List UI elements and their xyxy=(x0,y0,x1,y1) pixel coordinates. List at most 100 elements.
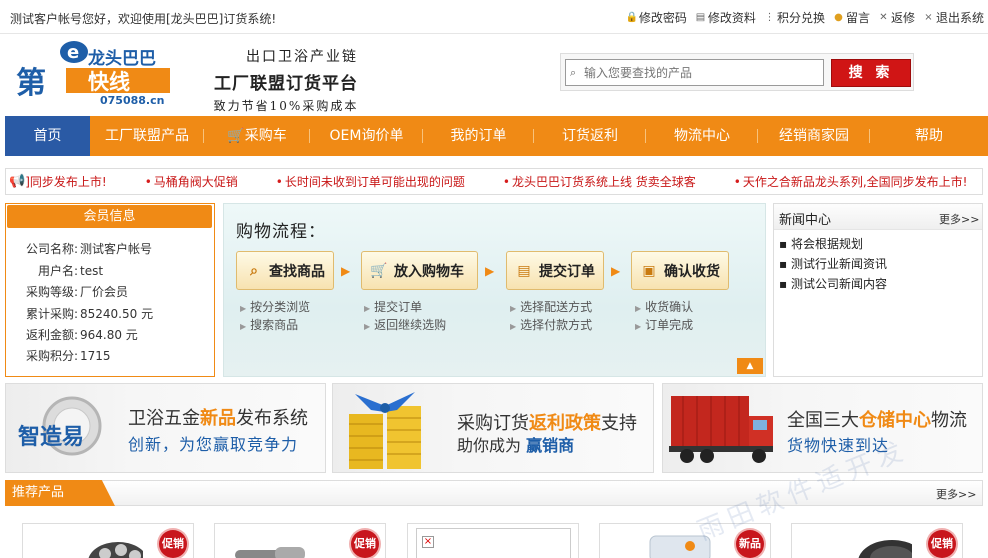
change-password-link[interactable]: 🔒 修改密码 xyxy=(626,9,687,26)
banner-rebate-policy[interactable]: 采购订货返利政策支持 助你成为 赢销商 xyxy=(332,383,654,473)
nav-label: 采购车 xyxy=(244,128,287,144)
logo-graphic: e 第 龙头巴巴 快线 075088.cn xyxy=(16,41,170,107)
recommend-title: 推荐产品 xyxy=(5,480,115,506)
welcome-text: 测试客户帐号您好，欢迎使用[龙头巴巴]订货系统! xyxy=(10,12,277,26)
lock-icon: 🔒 xyxy=(625,12,639,23)
flow-sub-item[interactable]: ▶ 选择付款方式 xyxy=(510,316,592,333)
step-confirm-receipt[interactable]: ▣ 确认收货 xyxy=(631,251,729,290)
member-info-title: 会员信息 xyxy=(7,205,212,228)
page-root: 测试客户帐号您好，欢迎使用[龙头巴巴]订货系统! 🔒 修改密码 ▤ 修改资料 ⋮ 积分… xyxy=(0,0,988,558)
promo-badge: 促销 xyxy=(351,530,379,558)
step-submit-order[interactable]: ▤ 提交订单 xyxy=(506,251,604,290)
product-card[interactable]: 促销 xyxy=(791,523,963,558)
slogan-line3: 致力节省10%采购成本 xyxy=(213,99,359,113)
nav-cart[interactable]: 🛒采购车 xyxy=(204,116,310,156)
edit-profile-link[interactable]: ▤ 修改资料 xyxy=(695,9,756,26)
shaver-image xyxy=(858,540,912,558)
flow-sub-item[interactable]: ▶ 提交订单 xyxy=(364,298,422,315)
product-card[interactable]: 新品 xyxy=(599,523,771,558)
broken-image-placeholder xyxy=(416,528,571,558)
banner1-title: 卫浴五金新品发布系统 xyxy=(128,408,308,429)
scroll-up-button[interactable]: ▲ xyxy=(737,358,763,374)
triangle-icon: ▶ xyxy=(240,304,247,313)
nav-logistics[interactable]: 物流中心 xyxy=(646,116,758,156)
recommend-more-link[interactable]: 更多>> xyxy=(936,486,976,502)
ticker-item[interactable]: • 长时间未收到订单可能出现的问题 xyxy=(276,173,465,190)
triangle-icon: ▶ xyxy=(635,322,642,331)
logout-link[interactable]: × 退出系统 xyxy=(923,9,984,26)
logo-domain: 075088.cn xyxy=(100,94,164,106)
message-link[interactable]: ● 留言 xyxy=(833,9,870,26)
slogan: 出口卫浴产业链 工厂联盟订货平台 致力节省10%采购成本 xyxy=(206,46,366,113)
promo-badge: 促销 xyxy=(928,530,956,558)
nav-dealer-home[interactable]: 经销商家园 xyxy=(758,116,870,156)
product-card[interactable]: × xyxy=(407,523,579,558)
news-item[interactable]: ▪ 测试公司新闻内容 xyxy=(779,275,887,292)
member-row: 用户名: test xyxy=(37,264,104,278)
logo-prefix: 第 xyxy=(16,66,46,101)
nav-oem-inquiry[interactable]: OEM询价单 xyxy=(310,116,423,156)
flow-sub-item[interactable]: ▶ 收货确认 xyxy=(635,298,693,315)
step-find-product[interactable]: ⌕ 查找商品 xyxy=(236,251,334,290)
search-icon: ⌕ xyxy=(570,66,577,79)
product-card[interactable]: 促销 xyxy=(22,523,194,558)
cart-icon: 🛒 xyxy=(370,262,388,279)
truck-image xyxy=(669,396,773,463)
top-links: 🔒 修改密码 ▤ 修改资料 ⋮ 积分兑换 ● 留言 ✕ 返修 × 退出系统 xyxy=(626,9,984,26)
close-icon: × xyxy=(924,12,933,23)
promo-badge: 促销 xyxy=(159,530,187,558)
wrench-icon: ✕ xyxy=(879,12,888,23)
member-row: 采购等级: 厂价会员 xyxy=(25,285,129,299)
news-item[interactable]: ▪ 将会根据规划 xyxy=(779,235,863,252)
device-image xyxy=(649,535,711,558)
gold-coins-image xyxy=(349,392,421,469)
triangle-icon: ▶ xyxy=(635,304,642,313)
product-card[interactable]: 促销 xyxy=(214,523,386,558)
flow-sub-item[interactable]: ▶ 订单完成 xyxy=(635,316,693,333)
nav-my-orders[interactable]: 我的订单 xyxy=(423,116,534,156)
nav-label: 工厂联盟产品 xyxy=(105,128,189,144)
search-button[interactable]: 搜 索 xyxy=(831,59,911,87)
logo-sub: 快线 xyxy=(88,70,130,94)
nav-label: 我的订单 xyxy=(450,128,507,144)
nav-home[interactable]: 首页 xyxy=(5,116,90,156)
nav-factory-products[interactable]: 工厂联盟产品 xyxy=(90,116,204,156)
news-item[interactable]: ▪ 测试行业新闻资讯 xyxy=(779,255,887,272)
shaver-image xyxy=(88,542,143,558)
new-badge: 新品 xyxy=(736,530,764,558)
triangle-icon: ▶ xyxy=(364,322,371,331)
triangle-icon: ▶ xyxy=(364,304,371,313)
member-row: 累计采购: 85240.50 元 xyxy=(25,307,154,321)
repair-link[interactable]: ✕ 返修 xyxy=(878,9,915,26)
member-row: 返利金额: 964.80 元 xyxy=(25,328,138,342)
message-icon: ● xyxy=(834,12,843,23)
ticker-item[interactable]: ]同步发布上市! xyxy=(25,173,107,190)
flow-sub-item[interactable]: ▶ 选择配送方式 xyxy=(510,298,592,315)
logo-brand: 龙头巴巴 xyxy=(87,48,156,69)
triangle-icon: ▶ xyxy=(240,322,247,331)
box-icon: ▣ xyxy=(642,262,656,279)
news-title: 新闻中心 xyxy=(779,213,832,228)
banner-logistics[interactable]: 全国三大仓储中心物流 货物快速到达 xyxy=(662,383,983,473)
step-add-cart[interactable]: 🛒 放入购物车 xyxy=(361,251,478,290)
points-exchange-link[interactable]: ⋮ 积分兑换 xyxy=(764,9,825,26)
nav-help[interactable]: 帮助 xyxy=(870,116,988,156)
nav-label: OEM询价单 xyxy=(329,128,404,144)
nav-label: 订货返利 xyxy=(562,128,618,144)
flow-sub-item[interactable]: ▶ 返回继续选购 xyxy=(364,316,446,333)
ticker-item[interactable]: • 马桶角阀大促销 xyxy=(145,173,238,190)
speaker-icon: 📢 xyxy=(9,174,26,189)
nav-rebate[interactable]: 订货返利 xyxy=(534,116,646,156)
search-icon: ⌕ xyxy=(250,262,258,279)
banner-new-products[interactable]: 智造易 卫浴五金新品发布系统 创新，为您赢取竞争力 xyxy=(5,383,326,473)
zhizaoyi-logo-text: 智造易 xyxy=(18,424,84,450)
site-logo[interactable]: e 第 龙头巴巴 快线 075088.cn xyxy=(14,38,179,107)
ticker-item[interactable]: • 天作之合新品龙头系列,全国同步发布上市! xyxy=(734,173,968,190)
main-nav: 首页 工厂联盟产品 🛒采购车 OEM询价单 我的订单 订货返利 物流中心 经销商… xyxy=(5,116,988,156)
ticker-item[interactable]: • 龙头巴巴订货系统上线 货卖全球客 xyxy=(503,173,696,190)
search-input[interactable] xyxy=(565,59,824,86)
flow-sub-item[interactable]: ▶ 搜索商品 xyxy=(240,316,298,333)
flow-sub-item[interactable]: ▶ 按分类浏览 xyxy=(240,298,310,315)
news-more-link[interactable]: 更多>> xyxy=(939,211,979,227)
profile-icon: ▤ xyxy=(695,12,706,23)
